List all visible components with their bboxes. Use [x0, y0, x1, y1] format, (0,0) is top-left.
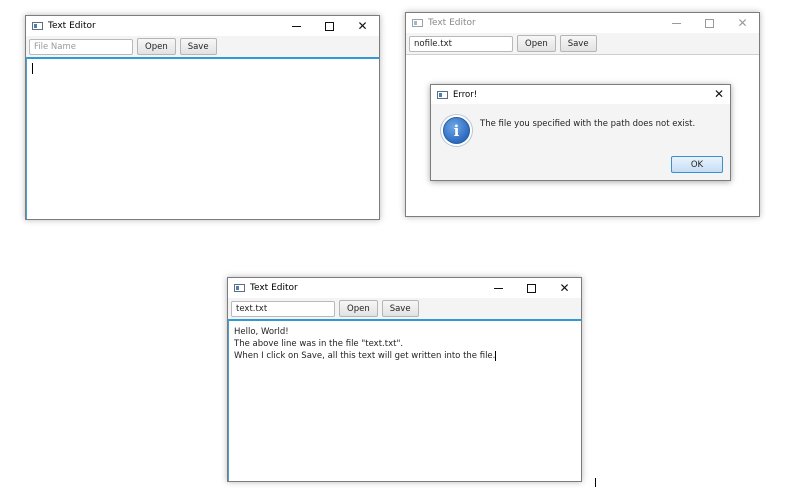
close-button[interactable]: ✕ [726, 13, 759, 33]
app-window-icon [412, 19, 423, 27]
file-name-input[interactable] [409, 35, 513, 52]
minimize-icon [672, 22, 681, 24]
dialog-title-bar[interactable]: Error! ✕ [431, 85, 730, 104]
window-controls: ✕ [660, 13, 759, 33]
text-area[interactable] [26, 57, 379, 219]
title-bar[interactable]: Text Editor ✕ [406, 13, 759, 33]
dialog-message: The file you specified with the path doe… [480, 119, 696, 129]
window-title: Text Editor [48, 21, 96, 31]
app-window-icon [32, 22, 43, 30]
window-title: Text Editor [428, 18, 476, 28]
text-line: When I click on Save, all this text will… [234, 351, 496, 361]
text-editor-window-empty: Text Editor ✕ Open Save [25, 15, 380, 220]
app-window-icon [234, 284, 245, 292]
toolbar: Open Save [26, 36, 379, 57]
window-controls: ✕ [482, 278, 581, 298]
minimize-icon [292, 25, 301, 27]
minimize-button[interactable] [660, 13, 693, 33]
maximize-button[interactable] [313, 16, 346, 36]
close-icon: ✕ [737, 16, 748, 30]
open-button[interactable]: Open [339, 300, 378, 317]
save-button[interactable]: Save [381, 300, 419, 317]
file-name-input[interactable] [231, 300, 335, 317]
text-area[interactable]: Hello, World! The above line was in the … [228, 319, 581, 481]
open-button[interactable]: Open [517, 35, 556, 52]
text-line: The above line was in the file "text.txt… [234, 339, 404, 349]
window-title: Text Editor [250, 283, 298, 293]
dialog-title: Error! [453, 89, 478, 100]
maximize-icon [325, 21, 334, 31]
editor-content: Hello, World! The above line was in the … [234, 326, 497, 362]
toolbar: Open Save [406, 33, 759, 54]
maximize-icon [705, 18, 714, 28]
file-name-input[interactable] [29, 38, 133, 55]
maximize-button[interactable] [693, 13, 726, 33]
close-button[interactable]: ✕ [548, 278, 581, 298]
maximize-icon [527, 283, 536, 293]
maximize-button[interactable] [515, 278, 548, 298]
title-bar[interactable]: Text Editor ✕ [228, 278, 581, 298]
close-icon: ✕ [559, 281, 570, 295]
close-button[interactable]: ✕ [346, 16, 379, 36]
minimize-button[interactable] [280, 16, 313, 36]
save-button[interactable]: Save [179, 38, 217, 55]
toolbar: Open Save [228, 298, 581, 319]
text-cursor-icon [595, 478, 596, 487]
info-icon: i [443, 117, 470, 144]
app-window-icon [437, 90, 448, 99]
window-controls: ✕ [280, 16, 379, 36]
save-button[interactable]: Save [559, 35, 597, 52]
close-icon: ✕ [357, 19, 368, 33]
error-dialog: Error! ✕ i The file you specified with t… [430, 84, 731, 181]
open-button[interactable]: Open [137, 38, 176, 55]
minimize-button[interactable] [482, 278, 515, 298]
text-editor-window-loaded: Text Editor ✕ Open Save Hello, World! Th… [227, 277, 582, 482]
minimize-icon [494, 287, 503, 289]
close-icon[interactable]: ✕ [714, 87, 724, 101]
title-bar[interactable]: Text Editor ✕ [26, 16, 379, 36]
text-caret [32, 63, 33, 74]
text-caret [495, 350, 497, 361]
ok-button[interactable]: OK [671, 156, 723, 173]
text-line: Hello, World! [234, 327, 289, 337]
